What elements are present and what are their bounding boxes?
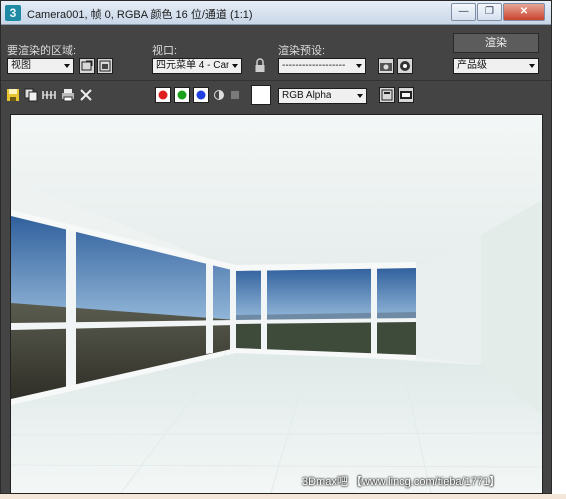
copy-image-icon: [24, 88, 38, 102]
region-select-button[interactable]: [97, 58, 113, 74]
area-to-render-value: 视图: [11, 60, 31, 71]
area-to-render-label: 要渲染的区域:: [7, 45, 77, 57]
red-channel-icon: [158, 90, 168, 100]
title-bar[interactable]: 3 Camera001, 帧 0, RGBA 颜色 16 位/通道 (1:1) …: [1, 1, 551, 25]
copy-image-button[interactable]: [24, 88, 38, 102]
color-swatch[interactable]: [251, 85, 271, 105]
lock-icon: [255, 58, 265, 72]
close-button[interactable]: ✕: [503, 3, 545, 21]
lock-button[interactable]: [253, 58, 267, 74]
render-preset-label: 渲染预设:: [278, 45, 326, 57]
lut-button[interactable]: [398, 87, 414, 103]
chevron-down-icon: [356, 64, 362, 68]
green-channel-toggle[interactable]: [174, 87, 190, 103]
render-setup-icon: [380, 63, 392, 71]
chevron-down-icon: [529, 64, 535, 68]
alpha-channel-toggle[interactable]: [213, 88, 225, 102]
chevron-down-icon: [64, 64, 70, 68]
print-button[interactable]: [61, 88, 75, 102]
render-quality-dropdown[interactable]: 产品级: [453, 58, 539, 74]
info-panel-button[interactable]: [379, 87, 395, 103]
3dsmax-app-icon: 3: [5, 5, 21, 21]
room-render-image: [11, 115, 542, 493]
viewport-dropdown[interactable]: 四元菜单 4 - Can: [152, 58, 242, 74]
minimize-button[interactable]: —: [451, 3, 476, 21]
render-preset-dropdown[interactable]: -------------------: [278, 58, 366, 74]
info-panel-icon: [381, 89, 393, 101]
save-image-button[interactable]: [6, 88, 20, 102]
display-channel-dropdown[interactable]: RGB Alpha: [278, 88, 367, 104]
render-preset-value: -------------------: [282, 60, 346, 71]
window-controls: — ❐ ✕: [450, 3, 545, 21]
environment-button[interactable]: [397, 58, 413, 74]
maximize-button[interactable]: ❐: [477, 3, 502, 21]
environment-icon: [400, 61, 410, 71]
blue-channel-toggle[interactable]: [193, 87, 209, 103]
chevron-down-icon: [232, 64, 238, 68]
render-setup-button[interactable]: [378, 58, 394, 74]
toolbar-divider: [1, 80, 551, 81]
monochrome-toggle[interactable]: [230, 90, 240, 100]
clone-window-button[interactable]: [41, 88, 57, 102]
bottom-strip: [0, 494, 566, 499]
rendered-image[interactable]: [10, 114, 543, 494]
area-to-render-dropdown[interactable]: 视图: [7, 58, 74, 74]
rendered-frame-window: 3 Camera001, 帧 0, RGBA 颜色 16 位/通道 (1:1) …: [0, 0, 552, 494]
blue-channel-icon: [196, 90, 206, 100]
render-button[interactable]: 渲染: [453, 33, 539, 53]
display-channel-value: RGB Alpha: [282, 90, 332, 101]
alpha-icon: [214, 90, 224, 100]
viewport-value: 四元菜单 4 - Can: [156, 60, 229, 71]
lut-icon: [400, 91, 412, 99]
print-icon: [62, 89, 74, 102]
region-select-icon: [99, 60, 111, 72]
clear-icon: [80, 89, 92, 101]
window-title: Camera001, 帧 0, RGBA 颜色 16 位/通道 (1:1): [27, 9, 253, 21]
viewport-label: 视口:: [152, 45, 178, 57]
crop-edit-icon: [81, 60, 93, 71]
save-image-icon: [7, 89, 19, 101]
green-channel-icon: [177, 90, 187, 100]
clear-button[interactable]: [79, 88, 93, 102]
red-channel-toggle[interactable]: [155, 87, 171, 103]
render-quality-value: 产品级: [457, 60, 487, 71]
chevron-down-icon: [357, 94, 363, 98]
crop-edit-button[interactable]: [79, 58, 95, 74]
monochrome-icon: [231, 91, 239, 99]
watermark-text: 3Dmax吧 【www.lincg.com/tieba/1771】: [302, 476, 501, 488]
clone-window-icon: [42, 91, 56, 99]
